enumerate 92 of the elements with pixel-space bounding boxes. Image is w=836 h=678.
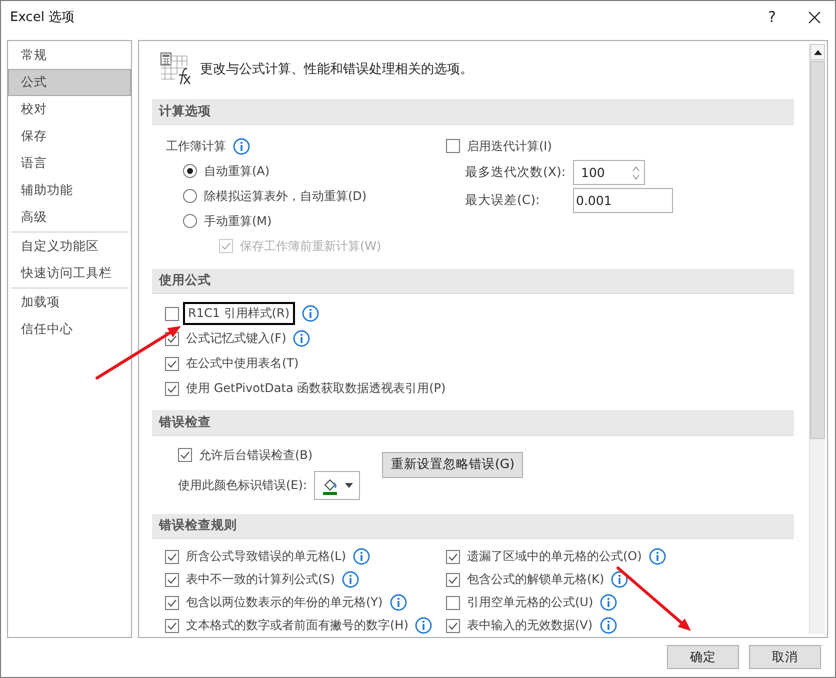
section-header: 使用公式 <box>152 268 794 294</box>
info-icon[interactable] <box>600 594 618 611</box>
checkbox[interactable] <box>165 618 179 632</box>
info-icon[interactable] <box>233 138 250 155</box>
sidebar-item[interactable]: 快速访问工具栏 <box>8 260 131 287</box>
option-label: 包含公式的解锁单元格(K) <box>467 571 604 588</box>
info-icon[interactable] <box>390 594 407 611</box>
reset-button[interactable]: 重新设置忽略错误(G) <box>382 452 524 478</box>
check-icon <box>167 334 177 343</box>
section-header: 计算选项 <box>152 99 794 125</box>
option-label: 保存工作簿前重新计算(W) <box>240 238 382 255</box>
info-icon[interactable] <box>648 548 666 565</box>
check-icon <box>448 552 458 560</box>
checkbox[interactable] <box>165 550 179 564</box>
option-label: 允许后台错误检查(B) <box>199 446 313 464</box>
sidebar-item[interactable]: 自定义功能区 <box>8 233 131 260</box>
checkbox[interactable] <box>165 306 179 321</box>
spin-field[interactable]: 100 <box>573 160 645 186</box>
check-icon <box>167 598 177 606</box>
option-label: 表中不一致的计算列公式(S) <box>186 571 335 588</box>
sidebar-item[interactable]: 辅助功能 <box>8 177 131 204</box>
spinner-icon <box>632 164 640 181</box>
option-label: 表中输入的无效数据(V) <box>467 617 593 634</box>
sidebar-item[interactable]: 公式 <box>8 69 131 96</box>
option-label: 启用迭代计算(I) <box>467 138 552 155</box>
info-icon[interactable] <box>353 548 370 565</box>
checkbox[interactable] <box>165 596 179 610</box>
check-icon <box>167 360 177 368</box>
section-header: 错误检查 <box>152 410 794 436</box>
option-label: 自动重算(A) <box>204 162 270 180</box>
option-label: 文本格式的数字或者前面有撇号的数字(H) <box>186 617 408 634</box>
section-header: 错误检查规则 <box>152 514 794 539</box>
info-icon[interactable] <box>342 571 359 588</box>
close-icon <box>808 10 820 24</box>
check-icon <box>448 622 458 630</box>
dialog-button[interactable]: 取消 <box>749 645 821 669</box>
option-label: 手动重算(M) <box>204 212 272 230</box>
option-label: 引用空单元格的公式(U) <box>467 594 594 611</box>
checkbox[interactable] <box>165 382 179 396</box>
field-label: 最多迭代次数(X): <box>465 164 566 182</box>
radio-button[interactable] <box>183 164 197 178</box>
formula-icon <box>160 52 192 86</box>
color-picker[interactable] <box>314 471 360 500</box>
option-label: R1C1 引用样式(R) <box>183 302 295 326</box>
info-icon[interactable] <box>415 617 432 634</box>
option-label: 使用 GetPivotData 函数获取数据透视表引用(P) <box>186 380 446 398</box>
info-icon[interactable] <box>600 617 617 634</box>
field-label: 最大误差(C): <box>465 192 541 210</box>
option-label: 除模拟运算表外，自动重算(D) <box>204 188 367 205</box>
sidebar-item[interactable]: 信任中心 <box>8 316 131 343</box>
info-icon[interactable] <box>293 330 310 348</box>
window-title: Excel 选项 <box>10 9 76 26</box>
help-button[interactable]: ? <box>751 1 793 33</box>
option-label: 使用此颜色标识错误(E): <box>178 477 307 494</box>
radio-button[interactable] <box>183 189 197 204</box>
option-label: 遗漏了区域中的单元格的公式(O) <box>467 548 642 565</box>
input-field[interactable]: 0.001 <box>573 188 673 214</box>
option-label: 公式记忆式键入(F) <box>186 330 286 348</box>
info-icon[interactable] <box>611 571 628 588</box>
check-icon <box>448 576 458 584</box>
checkbox[interactable] <box>446 618 460 632</box>
checkbox[interactable] <box>178 448 192 462</box>
caret-icon <box>345 483 353 488</box>
sidebar-item[interactable]: 校对 <box>8 96 131 123</box>
scrollbar-thumb[interactable] <box>810 61 825 439</box>
dialog-button[interactable]: 确定 <box>667 645 739 669</box>
up-arrow-icon <box>814 50 822 54</box>
radio-button[interactable] <box>183 214 197 228</box>
checkbox[interactable] <box>165 356 179 371</box>
option-label: 包含以两位数表示的年份的单元格(Y) <box>186 594 383 611</box>
sidebar-item[interactable]: 常规 <box>8 42 131 69</box>
sidebar-item[interactable]: 加载项 <box>8 289 131 316</box>
sidebar-item[interactable]: 语言 <box>8 150 131 177</box>
check-icon <box>167 576 177 584</box>
option-label: 工作簿计算 <box>166 138 226 155</box>
check-icon <box>167 552 177 560</box>
checkbox[interactable] <box>446 139 460 154</box>
info-icon[interactable] <box>302 305 319 322</box>
check-icon <box>167 384 177 393</box>
checkbox[interactable] <box>165 572 179 586</box>
check-icon <box>221 242 231 250</box>
check-icon <box>167 622 177 630</box>
scroll-up-button[interactable] <box>810 44 825 60</box>
header-text: 更改与公式计算、性能和错误处理相关的选项。 <box>200 60 473 78</box>
checkbox[interactable] <box>446 596 460 610</box>
checkbox[interactable] <box>446 550 460 564</box>
check-icon <box>180 451 190 460</box>
checkbox[interactable] <box>446 572 460 586</box>
sidebar-item[interactable]: 高级 <box>8 204 131 231</box>
sidebar-item[interactable]: 保存 <box>8 123 131 150</box>
option-label: 所含公式导致错误的单元格(L) <box>186 548 346 565</box>
option-label: 在公式中使用表名(T) <box>186 355 299 372</box>
